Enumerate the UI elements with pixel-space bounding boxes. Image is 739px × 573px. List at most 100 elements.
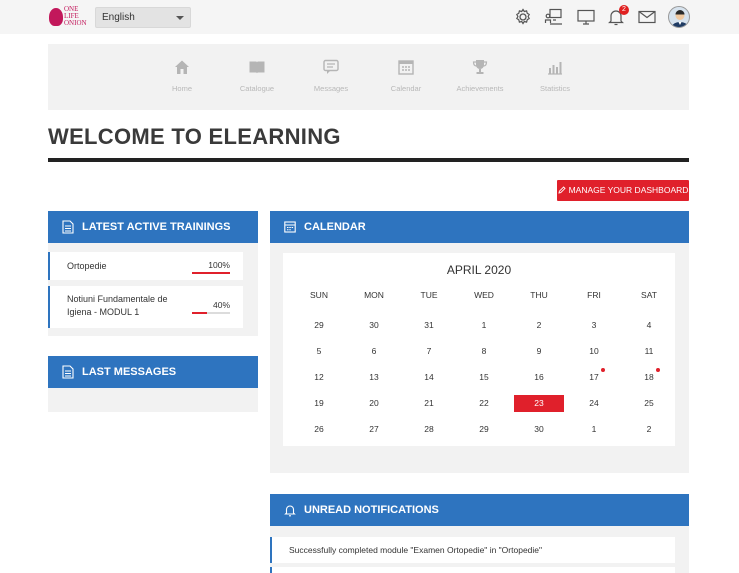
calendar-day[interactable]: 24: [569, 395, 619, 412]
calendar-day[interactable]: 1: [569, 421, 619, 438]
training-progress-fill: [192, 272, 230, 274]
calendar-day[interactable]: 15: [459, 369, 509, 386]
notification-item[interactable]: Successfully completed module "Examen Or…: [270, 537, 675, 563]
calendar-weekday: WED: [474, 290, 494, 300]
calendar-day[interactable]: 12: [294, 369, 344, 386]
nav-item-achievements[interactable]: Achievements: [450, 58, 510, 93]
classroom-button[interactable]: [544, 7, 564, 27]
title-divider: [48, 158, 689, 162]
avatar[interactable]: [668, 6, 690, 28]
calendar-day[interactable]: 31: [404, 317, 454, 334]
calendar-day[interactable]: 3: [569, 317, 619, 334]
monitor-icon: [577, 9, 595, 25]
training-progress-fill: [192, 312, 208, 314]
messages-panel-title: LAST MESSAGES: [82, 366, 177, 378]
document-icon: [62, 220, 74, 234]
calendar-day[interactable]: 1: [459, 317, 509, 334]
training-progress-bar: [192, 312, 230, 314]
calendar-day[interactable]: 2: [514, 317, 564, 334]
calendar-day[interactable]: 22: [459, 395, 509, 412]
notifications-panel-header: UNREAD NOTIFICATIONS: [270, 494, 689, 526]
language-select[interactable]: English: [95, 7, 191, 28]
notifications-panel-title: UNREAD NOTIFICATIONS: [304, 504, 439, 516]
manage-dashboard-button[interactable]: MANAGE YOUR DASHBOARD: [557, 180, 689, 201]
notification-item[interactable]: [270, 567, 675, 573]
calendar-day[interactable]: 5: [294, 343, 344, 360]
calendar-day[interactable]: 29: [294, 317, 344, 334]
calendar-day[interactable]: 29: [459, 421, 509, 438]
nav-item-messages[interactable]: Messages: [301, 58, 361, 93]
training-item[interactable]: Ortopedie 100%: [48, 252, 243, 280]
calendar-event-dot: [656, 368, 660, 372]
calendar-day[interactable]: 20: [349, 395, 399, 412]
calendar-day[interactable]: 10: [569, 343, 619, 360]
settings-button[interactable]: [513, 7, 533, 27]
calendar-day[interactable]: 11: [624, 343, 674, 360]
calendar-day[interactable]: 21: [404, 395, 454, 412]
nav-item-catalogue[interactable]: Catalogue: [227, 58, 287, 93]
notification-count-badge: 2: [619, 5, 629, 15]
calendar-day[interactable]: 4: [624, 317, 674, 334]
calendar-day[interactable]: 16: [514, 369, 564, 386]
document-icon: [62, 365, 74, 379]
calendar-panel-title: CALENDAR: [304, 221, 366, 233]
calendar-icon: [284, 221, 296, 233]
top-bar: ONE LIFE ONION English 2: [0, 0, 739, 34]
bell-icon: [284, 505, 296, 517]
calendar-day[interactable]: 18: [624, 369, 674, 386]
logo[interactable]: ONE LIFE ONION: [49, 6, 89, 30]
calendar-weekday: FRI: [587, 290, 601, 300]
calendar-panel-header: CALENDAR: [270, 211, 689, 243]
envelope-icon: [638, 10, 656, 24]
calendar-day[interactable]: 30: [349, 317, 399, 334]
chevron-down-icon: [176, 16, 184, 20]
main-navigation: Home Catalogue Messages Calendar Achieve…: [48, 44, 689, 110]
training-percent: 40%: [212, 300, 230, 310]
calendar-weekday: SUN: [310, 290, 328, 300]
calendar-day[interactable]: 19: [294, 395, 344, 412]
notification-text: Successfully completed module "Examen Or…: [289, 545, 543, 555]
nav-item-calendar[interactable]: Calendar: [376, 58, 436, 93]
calendar-day[interactable]: 6: [349, 343, 399, 360]
home-icon: [175, 60, 189, 74]
notifications-button[interactable]: 2: [606, 5, 629, 27]
calendar-month: APRIL 2020: [446, 263, 512, 277]
calendar-day[interactable]: 23: [514, 395, 564, 412]
calendar-day[interactable]: 7: [404, 343, 454, 360]
calendar-weekday: MON: [364, 290, 384, 300]
calendar-event-dot: [601, 368, 605, 372]
calendar-day[interactable]: 26: [294, 421, 344, 438]
calendar-weekday: THU: [530, 290, 548, 300]
training-progress-bar: [192, 272, 230, 274]
statistics-icon: [548, 62, 562, 75]
training-item[interactable]: Notiuni Fundamentale de Igiena - MODUL 1…: [48, 286, 243, 328]
monitor-button[interactable]: [576, 7, 596, 27]
messages-button[interactable]: [637, 7, 657, 27]
gear-icon: [516, 8, 530, 25]
manage-dashboard-label: MANAGE YOUR DASHBOARD: [568, 185, 689, 195]
calendar-widget: APRIL 2020 SUN MON TUE WED THU FRI SAT 29 30 31 1 2…: [283, 253, 675, 446]
trainings-panel-header: LATEST ACTIVE TRAININGS: [48, 211, 258, 243]
calendar-day[interactable]: 2: [624, 421, 674, 438]
nav-item-home[interactable]: Home: [152, 58, 212, 93]
calendar-day[interactable]: 14: [404, 369, 454, 386]
calendar-day[interactable]: 27: [349, 421, 399, 438]
calendar-day[interactable]: 25: [624, 395, 674, 412]
training-name: Notiuni Fundamentale de Igiena - MODUL 1: [67, 294, 168, 317]
calendar-day[interactable]: 8: [459, 343, 509, 360]
page-title: WELCOME TO ELEARNING: [48, 124, 341, 149]
calendar-day[interactable]: 30: [514, 421, 564, 438]
language-value: English: [102, 12, 135, 23]
calendar-weekday: TUE: [420, 290, 438, 300]
calendar-day[interactable]: 28: [404, 421, 454, 438]
messages-panel-body: [48, 388, 258, 412]
calendar-day[interactable]: 13: [349, 369, 399, 386]
messages-panel-header: LAST MESSAGES: [48, 356, 258, 388]
trophy-icon: [472, 60, 488, 74]
trainings-panel-body: Ortopedie 100% Notiuni Fundamentale de I…: [48, 243, 258, 336]
calendar-day[interactable]: 17: [569, 369, 619, 386]
nav-item-statistics[interactable]: Statistics: [525, 58, 585, 93]
calendar-day[interactable]: 9: [514, 343, 564, 360]
logo-text: ONE LIFE ONION: [64, 5, 87, 27]
pencil-icon: [558, 186, 566, 194]
